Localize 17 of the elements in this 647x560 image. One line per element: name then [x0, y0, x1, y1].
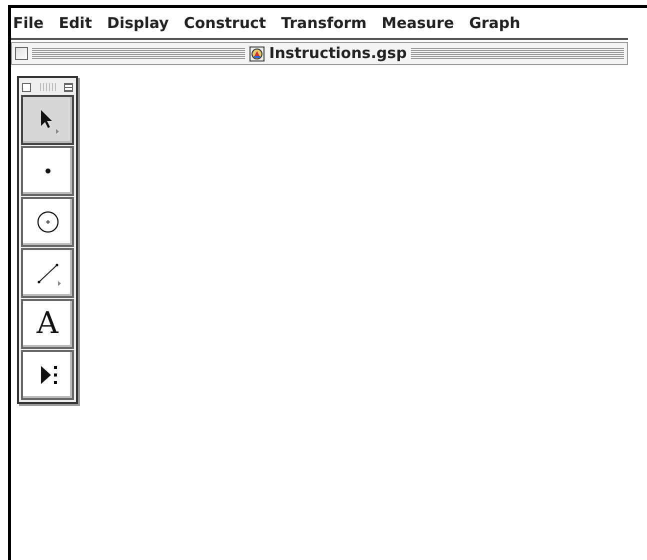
menu-item[interactable]: Construct	[184, 12, 266, 34]
tool-button[interactable]: A	[21, 299, 74, 349]
menu-item[interactable]: File	[13, 12, 44, 34]
point-icon	[44, 168, 50, 174]
tool-button[interactable]	[21, 350, 74, 400]
close-box[interactable]	[15, 47, 28, 60]
collapse-box[interactable]	[64, 82, 73, 92]
window-title: Instructions.gsp	[269, 43, 407, 64]
tool-button[interactable]	[21, 95, 74, 145]
close-box[interactable]	[22, 82, 31, 92]
menu-item[interactable]: Graph	[469, 12, 520, 34]
tool-button[interactable]	[21, 197, 74, 247]
menu-item[interactable]: Display	[107, 12, 169, 34]
menu-item[interactable]: Edit	[58, 12, 92, 34]
document-icon	[249, 46, 266, 62]
menu-item[interactable]: Measure	[382, 12, 454, 34]
menu-item[interactable]: Transform	[281, 12, 367, 34]
